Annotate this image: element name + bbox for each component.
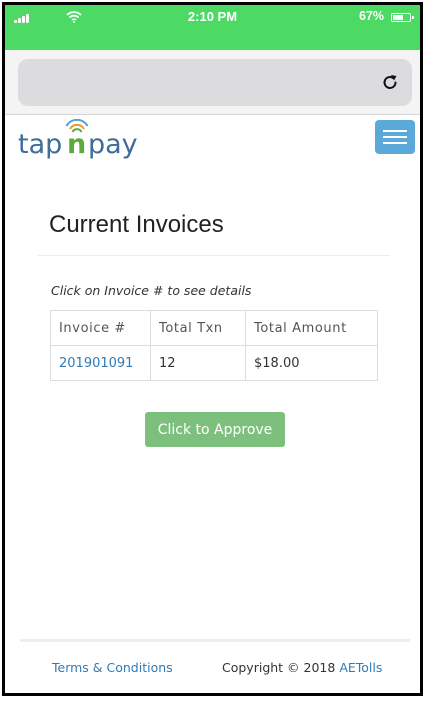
svg-text:n: n	[67, 129, 86, 160]
reload-icon[interactable]	[380, 72, 400, 92]
tapnpay-logo[interactable]: tap n pay	[18, 119, 148, 163]
phone-frame: 2:10 PM 67% tap n pay Current Invoices C…	[2, 2, 423, 696]
table-row: 201901091 12 $18.00	[50, 345, 378, 381]
battery-icon	[391, 13, 414, 22]
copyright-text: Copyright © 2018 AETolls	[222, 660, 382, 675]
invoice-table: Invoice # Total Txn Total Amount 2019010…	[50, 310, 378, 381]
hamburger-menu-icon[interactable]	[375, 120, 415, 154]
terms-link[interactable]: Terms & Conditions	[52, 660, 173, 675]
site-header: tap n pay	[5, 114, 420, 176]
column-header-total-txn: Total Txn	[150, 310, 246, 346]
address-bar[interactable]	[18, 59, 412, 106]
status-bar: 2:10 PM 67%	[5, 5, 420, 50]
invoice-number-link[interactable]: 201901091	[59, 356, 133, 371]
footer-divider	[20, 639, 410, 642]
table-header-row: Invoice # Total Txn Total Amount	[50, 310, 378, 346]
approve-button[interactable]: Click to Approve	[145, 412, 285, 447]
column-header-total-amount: Total Amount	[245, 310, 378, 346]
svg-text:pay: pay	[88, 129, 138, 160]
title-divider	[38, 255, 390, 256]
total-txn-cell: 12	[150, 345, 246, 381]
battery-fill	[393, 15, 403, 20]
svg-text:tap: tap	[18, 129, 62, 160]
browser-toolbar	[5, 50, 420, 115]
page-title: Current Invoices	[49, 211, 224, 238]
invoice-cell: 201901091	[50, 345, 151, 381]
column-header-invoice: Invoice #	[50, 310, 151, 346]
total-amount-cell: $18.00	[245, 345, 378, 381]
invoice-hint: Click on Invoice # to see details	[51, 283, 252, 298]
copyright-prefix: Copyright © 2018	[222, 660, 336, 675]
company-link[interactable]: AETolls	[339, 660, 382, 675]
battery-percent: 67%	[358, 9, 384, 23]
status-time: 2:10 PM	[187, 9, 238, 24]
